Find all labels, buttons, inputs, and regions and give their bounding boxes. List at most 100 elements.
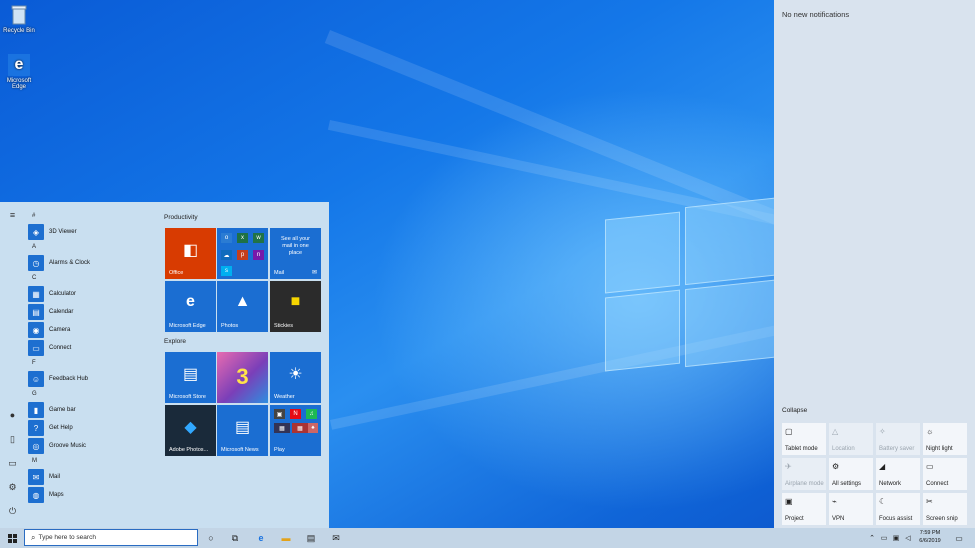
app-get-help[interactable]: ? Get Help — [28, 419, 158, 437]
app-group-header[interactable]: M — [28, 455, 158, 468]
quick-action-label: Battery saver — [879, 446, 915, 452]
app-icon: ▭ — [28, 340, 44, 356]
cortana-button[interactable]: ○ — [202, 528, 220, 548]
vpn-icon: ⌁ — [832, 497, 837, 506]
app-group-header[interactable]: A — [28, 241, 158, 254]
tile-microsoft-news[interactable]: ▤ Microsoft News — [217, 405, 268, 456]
quick-action-label: Screen snip — [926, 516, 958, 522]
tray-volume[interactable]: ◁ — [903, 528, 913, 548]
desktop-icon-recycle-bin[interactable]: Recycle Bin — [1, 4, 37, 34]
app-connect[interactable]: ▭ Connect — [28, 339, 158, 357]
documents-icon[interactable]: ▯ — [6, 434, 19, 445]
quick-actions-grid: ▢ Tablet mode △ Location ✧ Battery saver ☼ Nigh… — [782, 423, 968, 525]
pictures-icon[interactable]: ▭ — [6, 458, 19, 469]
project-icon: ▣ — [785, 497, 793, 506]
tablet-icon: ▢ — [785, 427, 793, 436]
tile-microsoft-store[interactable]: ▤ Microsoft Store — [165, 352, 216, 403]
quick-action-battery-saver[interactable]: ✧ Battery saver — [876, 423, 920, 455]
collapse-link[interactable]: Collapse — [782, 407, 807, 414]
app-icon: ◈ — [28, 224, 44, 240]
onedrive-icon: ☁ — [221, 250, 232, 260]
taskbar-mail[interactable]: ✉ — [327, 528, 345, 548]
tray-network[interactable]: ▣ — [891, 528, 901, 548]
quick-action-night-light[interactable]: ☼ Night light — [923, 423, 967, 455]
location-icon: △ — [832, 427, 839, 436]
app-groove-music[interactable]: ◎ Groove Music — [28, 437, 158, 455]
quick-action-vpn[interactable]: ⌁ VPN — [829, 493, 873, 525]
quick-action-network[interactable]: ◢ Network — [876, 458, 920, 490]
app-label: Game bar — [49, 407, 76, 413]
start-menu: ≡ ● ▯ ▭ ⚙ ⏻ # ◈ 3D Viewer A ◷ Alarms & Clock C ▦ Calc… — [0, 202, 329, 528]
connect-icon: ▭ — [926, 462, 934, 471]
app-group-header[interactable]: G — [28, 388, 158, 401]
power-icon[interactable]: ⏻ — [6, 506, 19, 517]
app-feedback-hub[interactable]: ☺ Feedback Hub — [28, 370, 158, 388]
show-hidden-icons-button[interactable]: ⌃ — [867, 528, 877, 548]
task-view-button[interactable]: ⧉ — [226, 528, 244, 548]
quick-action-screen-snip[interactable]: ✂ Screen snip — [923, 493, 967, 525]
app-group-header[interactable]: C — [28, 272, 158, 285]
app-icon: ▮ — [28, 402, 44, 418]
app-camera[interactable]: ◉ Camera — [28, 321, 158, 339]
adobe-icon: ◆ — [184, 419, 197, 436]
quick-action-connect[interactable]: ▭ Connect — [923, 458, 967, 490]
quick-action-focus-assist[interactable]: ☾ Focus assist — [876, 493, 920, 525]
app-group-header[interactable]: # — [28, 210, 158, 223]
tray-battery[interactable]: ▭ — [879, 528, 889, 548]
tile-photos[interactable]: ▲ Photos — [217, 281, 268, 332]
app-calculator[interactable]: ▦ Calculator — [28, 285, 158, 303]
app-icon: ▣ — [274, 409, 285, 419]
user-avatar-icon[interactable]: ● — [6, 410, 19, 420]
app-3d-viewer[interactable]: ◈ 3D Viewer — [28, 223, 158, 241]
tile-adobe-photoshop[interactable]: ◆ Adobe Photos... — [165, 405, 216, 456]
app-mail[interactable]: ✉ Mail — [28, 468, 158, 486]
gear-icon: ⚙ — [832, 462, 840, 471]
start-button[interactable] — [2, 528, 22, 548]
tile-weather[interactable]: ☀ Weather — [270, 352, 321, 403]
brightness-icon: ☼ — [926, 427, 934, 436]
action-center: No new notifications Collapse ▢ Tablet mo… — [774, 0, 975, 528]
search-icon: ⌕ — [31, 532, 36, 542]
taskbar-clock[interactable]: 7:59 PM 6/6/2019 — [915, 530, 945, 545]
network-icon: ◢ — [879, 462, 886, 471]
quick-action-label: Project — [785, 516, 804, 522]
tile-stickies[interactable]: ■ Stickies — [270, 281, 321, 332]
quick-action-label: Connect — [926, 481, 949, 487]
quick-action-tablet-mode[interactable]: ▢ Tablet mode — [782, 423, 826, 455]
quick-action-airplane-mode[interactable]: ✈ Airplane mode — [782, 458, 826, 490]
tile-mail[interactable]: See all your mail in one place Mail ✉ — [270, 228, 321, 279]
office-icon: ◧ — [182, 242, 199, 259]
settings-icon[interactable]: ⚙ — [6, 482, 19, 493]
edge-icon: e — [258, 533, 264, 543]
tile-game[interactable]: 3 — [217, 352, 268, 403]
quick-action-project[interactable]: ▣ Project — [782, 493, 826, 525]
tile-group-explore: Explore — [164, 338, 187, 345]
taskbar-store[interactable]: ▤ — [302, 528, 320, 548]
tile-play-folder[interactable]: ▣ N ♫ ▦ ▦ ♠ Play — [270, 405, 321, 456]
taskbar-search-box[interactable]: ⌕ Type here to search — [24, 529, 198, 546]
hamburger-menu-icon[interactable]: ≡ — [6, 210, 19, 220]
action-center-button[interactable]: ▭ — [951, 528, 967, 548]
volume-icon: ◁ — [905, 535, 911, 542]
search-placeholder: Type here to search — [38, 534, 96, 541]
app-group-header[interactable]: F — [28, 357, 158, 370]
quick-action-location[interactable]: △ Location — [829, 423, 873, 455]
app-game-bar[interactable]: ▮ Game bar — [28, 401, 158, 419]
cards-icon: ♠ — [308, 423, 318, 433]
clock-time: 7:59 PM — [919, 530, 941, 536]
app-alarms-clock[interactable]: ◷ Alarms & Clock — [28, 254, 158, 272]
desktop-icon-edge[interactable]: e Microsoft Edge — [1, 54, 37, 90]
taskbar-edge[interactable]: e — [252, 528, 270, 548]
app-calendar[interactable]: ▤ Calendar — [28, 303, 158, 321]
notification-icon: ▭ — [955, 533, 963, 543]
store-icon: ▤ — [182, 366, 199, 383]
photos-icon: ▲ — [234, 293, 251, 310]
tile-office-apps-folder[interactable]: o x w ☁ p n s — [217, 228, 268, 279]
app-maps[interactable]: ◍ Maps — [28, 486, 158, 504]
taskbar-file-explorer[interactable]: ▬ — [277, 528, 295, 548]
moon-icon: ☾ — [879, 497, 887, 506]
tile-office[interactable]: ◧ Office — [165, 228, 216, 279]
battery-icon: ▭ — [880, 535, 888, 542]
quick-action-all-settings[interactable]: ⚙ All settings — [829, 458, 873, 490]
tile-microsoft-edge[interactable]: e Microsoft Edge — [165, 281, 216, 332]
